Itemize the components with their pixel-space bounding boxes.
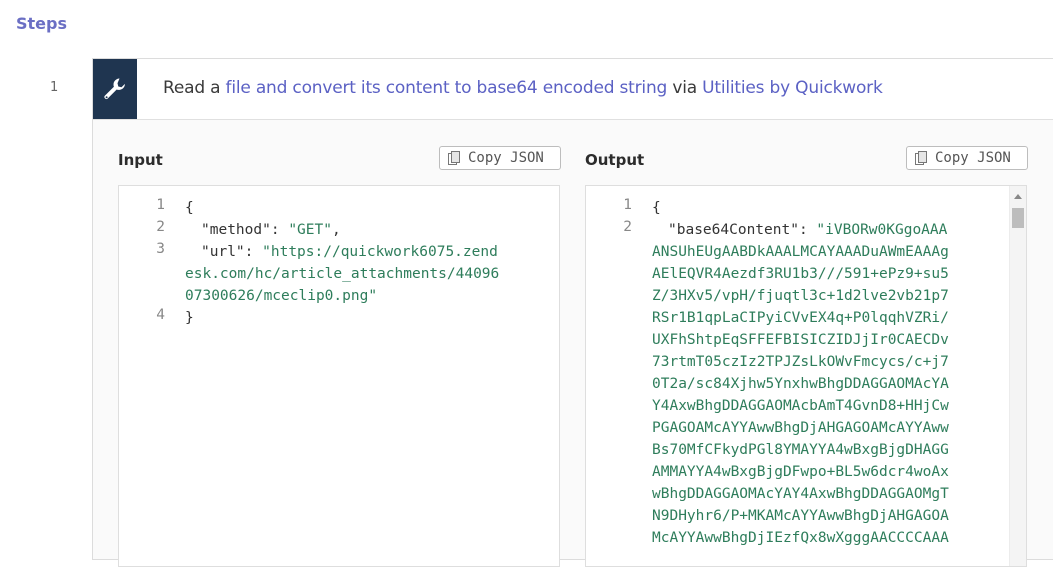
code-line: 07300626/mceclip0.png": [185, 288, 378, 304]
json-key: "base64Content": [668, 222, 799, 238]
code-line: esk.com/hc/article_attachments/44096: [185, 266, 500, 282]
line-number: 1: [156, 197, 165, 213]
code-line: Bs70MfCFkydPGl8YMAYYA4wBxgBjgDHAGG: [652, 442, 949, 458]
scroll-up-arrow-icon[interactable]: [1014, 194, 1022, 199]
code-line: PGAGOAMcAYYAwwBhgDjAHGAGOAMcAYYAww: [652, 420, 949, 436]
input-code-editor[interactable]: 1 2 3 4 { "method": "GET", "url": "https…: [118, 185, 560, 567]
json-key: "url": [201, 244, 245, 260]
code-line: RSr1B1qpLaCIPyiCVvEX4q+P0lqqhVZRi/: [652, 310, 949, 326]
output-copy-json-button[interactable]: Copy JSON: [906, 146, 1028, 170]
steps-title: Steps: [16, 14, 67, 33]
copy-icon: [448, 151, 461, 165]
code-line: Z/3HXv5/vpH/fjuqtl3c+1d2lve2vb21p7: [652, 288, 949, 304]
step-number: 1: [50, 80, 59, 95]
vertical-scrollbar[interactable]: [1009, 186, 1026, 566]
wrench-icon: [104, 78, 125, 99]
code-line: wBhgDDAGGAOMAcYAY4AxwBhgDDAGGAOMgT: [652, 486, 949, 502]
code-token: :: [270, 222, 289, 238]
step-description-prefix: Read a: [163, 78, 226, 98]
code-line: "base64Content": "iVBORw0KGgoAAA: [668, 219, 947, 241]
step-description: Read a file and convert its content to b…: [163, 78, 883, 98]
code-line: UXFhShtpEqSFFEFBISICZIDJjIr0CAECDv: [652, 332, 949, 348]
code-token: :: [798, 222, 817, 238]
input-copy-json-label: Copy JSON: [468, 150, 544, 166]
step-icon-box: [93, 59, 137, 119]
copy-icon: [915, 151, 928, 165]
json-key: "method": [201, 222, 271, 238]
code-line: N9DHyhr6/P+MKAMcAYYAwwBhgDjAHGAGOA: [652, 508, 949, 524]
code-token: }: [185, 310, 194, 326]
step-card: Read a file and convert its content to b…: [92, 58, 1053, 567]
action-link[interactable]: file and convert its content to base64 e…: [226, 78, 668, 98]
code-token: :: [244, 244, 263, 260]
code-line: }: [185, 307, 194, 329]
code-line: Y4AxwBhgDDAGGAOMAcbAmT4GvnD8+HHjCw: [652, 398, 949, 414]
line-number: 4: [156, 307, 165, 323]
code-line: AElEQVR4Aezdf3RU1b3///591+ePz9+su5: [652, 266, 949, 282]
output-label: Output: [585, 151, 645, 169]
code-token: {: [652, 200, 661, 216]
code-line: "url": "https://quickwork6075.zend: [201, 241, 498, 263]
code-token: {: [185, 200, 194, 216]
line-number: 3: [156, 241, 165, 257]
code-line: "method": "GET",: [201, 219, 341, 241]
line-number: 2: [156, 219, 165, 235]
json-string: "https://quickwork6075.zend: [262, 244, 498, 260]
step-header[interactable]: Read a file and convert its content to b…: [93, 59, 1053, 120]
line-number: 1: [623, 197, 632, 213]
input-label: Input: [118, 151, 163, 169]
code-line: {: [185, 197, 194, 219]
code-token: ,: [331, 222, 341, 238]
json-string: "iVBORw0KGgoAAA: [816, 222, 948, 238]
step-description-middle: via: [667, 78, 703, 98]
code-line: 0T2a/sc84Xjhw5YnxhwBhgDDAGGAOMAcYA: [652, 376, 949, 392]
scrollbar-thumb[interactable]: [1012, 208, 1024, 228]
code-line: ANSUhEUgAABDkAAALMCAYAAADuAWmEAAAg: [652, 244, 949, 260]
output-code-editor[interactable]: 1 2 { "base64Content": "iVBORw0KGgoAAA A…: [585, 185, 1027, 567]
output-copy-json-label: Copy JSON: [935, 150, 1011, 166]
json-string: "GET": [288, 222, 332, 238]
code-line: {: [652, 197, 661, 219]
code-line: 73rtmT05czIz2TPJZsLkOWvFmcycs/c+j7: [652, 354, 949, 370]
code-line: AMMAYYA4wBxgBjgDFwpo+BL5w6dcr4woAx: [652, 464, 949, 480]
app-link[interactable]: Utilities by Quickwork: [702, 78, 883, 98]
line-number: 2: [623, 219, 632, 235]
input-copy-json-button[interactable]: Copy JSON: [439, 146, 561, 170]
